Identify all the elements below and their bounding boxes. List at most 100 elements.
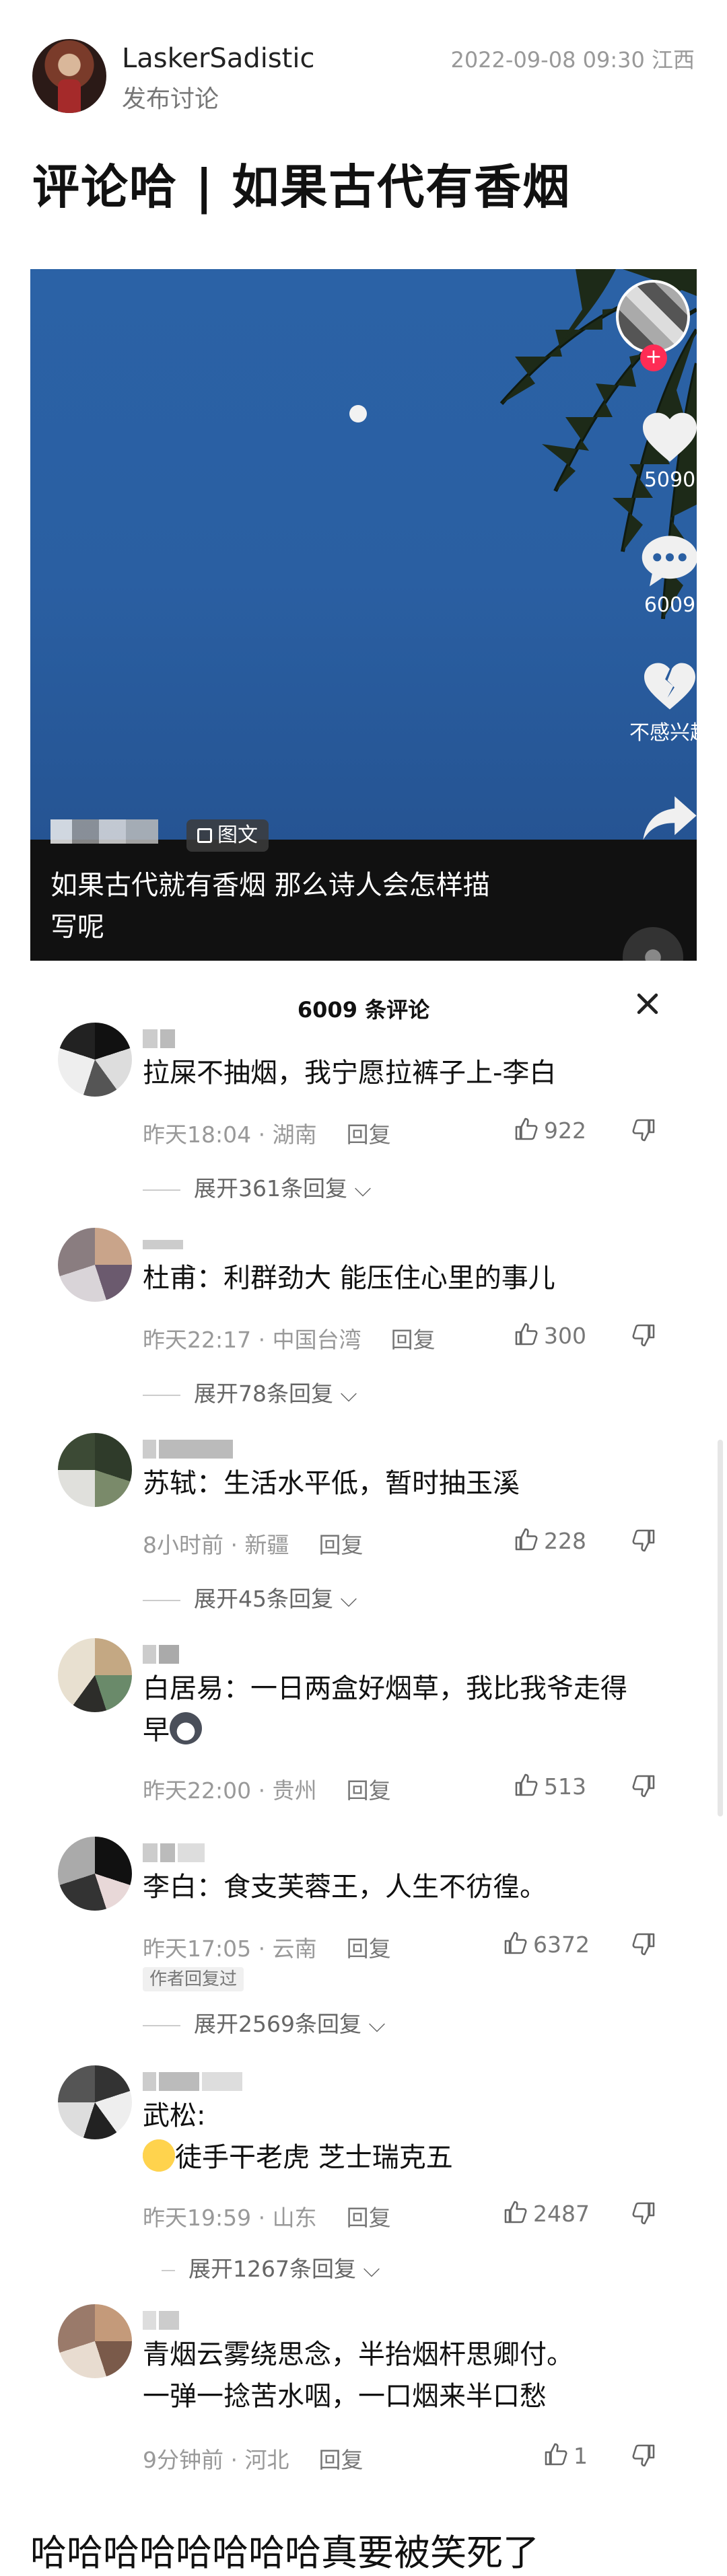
- chevron-down-icon: ⌵: [363, 2256, 380, 2282]
- comment-text: 李白：食支芙蓉王，人生不彷徨。: [143, 1872, 547, 1903]
- comment-like-count: 300: [544, 1323, 586, 1349]
- commenter-name-blurred[interactable]: [143, 1029, 178, 1051]
- grinning-sweat-emoji-icon: [143, 2139, 175, 2172]
- comment-like-count: 228: [544, 1528, 586, 1554]
- comment-like-count: 922: [544, 1117, 586, 1144]
- thumbs-up-icon: [504, 1931, 527, 1954]
- comment-text-line-2-text: 早: [143, 1715, 170, 1746]
- comment-text-line-2: 徒手干老虎 芝士瑞克五: [143, 2137, 681, 2178]
- comment-like-button[interactable]: 922: [514, 1117, 586, 1144]
- reply-button[interactable]: 回复: [391, 1327, 436, 1353]
- thumbs-up-icon: [504, 2201, 527, 2223]
- heart-icon: [643, 412, 697, 462]
- thumbs-down-icon[interactable]: [631, 1118, 656, 1142]
- comment-like-button[interactable]: 2487: [504, 2200, 590, 2227]
- reply-button[interactable]: 回复: [318, 2447, 363, 2473]
- video-screenshot[interactable]: + 5090 6009 不感兴趣 1912 图文 如果古代就有香烟 那么诗人会怎…: [30, 269, 697, 961]
- post-body-text: 哈哈哈哈哈哈哈哈真要被笑死了: [30, 2532, 539, 2574]
- commenter-name-blurred[interactable]: [143, 1440, 236, 1461]
- comment-meta: 昨天22:00 · 贵州 回复: [143, 1773, 391, 1805]
- tag-label: 图文: [217, 823, 258, 847]
- commenter-avatar[interactable]: [58, 1228, 132, 1302]
- expand-replies-button[interactable]: 展开361条回复 ⌵: [143, 1171, 372, 1203]
- comment-text-line-1: 白居易：一日两盒好烟草，我比我爷走得: [143, 1673, 627, 1704]
- expand-replies-button[interactable]: 展开45条回复 ⌵: [143, 1581, 357, 1613]
- commenter-avatar[interactable]: [58, 1023, 132, 1097]
- follow-plus-icon[interactable]: +: [640, 344, 667, 371]
- comment-time-location: 9分钟前 · 河北: [143, 2447, 289, 2473]
- comment-time-location: 昨天22:17 · 中国台湾: [143, 1327, 361, 1353]
- expand-replies-button[interactable]: 展开78条回复 ⌵: [143, 1376, 357, 1408]
- not-interested-button[interactable]: 不感兴趣: [615, 661, 697, 745]
- comment-like-count: 513: [544, 1773, 586, 1800]
- reply-button[interactable]: 回复: [347, 1936, 391, 1962]
- chevron-down-icon: ⌵: [340, 1381, 357, 1407]
- commenter-avatar[interactable]: [58, 2065, 132, 2139]
- comment-button[interactable]: 6009: [623, 533, 697, 617]
- husky-emoji-icon: [170, 1712, 202, 1744]
- thumbs-down-icon[interactable]: [631, 2443, 656, 2468]
- broken-heart-icon: [644, 663, 695, 710]
- comment-like-button[interactable]: 1: [544, 2442, 588, 2469]
- comment-meta: 昨天22:17 · 中国台湾 回复: [143, 1322, 436, 1354]
- divider-line: [143, 1394, 180, 1396]
- gallery-icon: [197, 828, 212, 843]
- commenter-name-blurred[interactable]: [143, 1235, 186, 1256]
- commenter-avatar[interactable]: [58, 1638, 132, 1712]
- comment-like-count: 6372: [533, 1931, 590, 1958]
- comments-panel-title: 6009 条评论: [297, 997, 430, 1023]
- reply-button[interactable]: 回复: [347, 2205, 391, 2231]
- post-action-label: 发布讨论: [122, 85, 219, 113]
- divider-line: [143, 1189, 180, 1191]
- expand-replies-label: 展开45条回复: [194, 1586, 333, 1612]
- commenter-avatar[interactable]: [58, 2304, 132, 2378]
- thumbs-down-icon[interactable]: [631, 1774, 656, 1798]
- commenter-avatar[interactable]: [58, 1433, 132, 1507]
- image-text-tag: 图文: [186, 819, 269, 852]
- comment-item: 杜甫：利群劲大 能压住心里的事儿 昨天22:17 · 中国台湾 回复 300 展开…: [0, 1228, 727, 1416]
- reply-button[interactable]: 回复: [347, 1121, 391, 1148]
- thumbs-up-icon: [515, 1528, 538, 1551]
- video-author-avatar[interactable]: [616, 280, 690, 354]
- commenter-name-blurred[interactable]: [143, 1645, 182, 1666]
- comment-meta: 昨天19:59 · 山东 回复: [143, 2200, 391, 2232]
- thumbs-down-icon[interactable]: [631, 1529, 656, 1553]
- expand-replies-label: 展开78条回复: [194, 1381, 333, 1407]
- expand-replies-button[interactable]: 展开1267条回复 ⌵: [162, 2251, 380, 2283]
- thumbs-down-icon[interactable]: [631, 2201, 656, 2225]
- comment-item: 武松: 徒手干老虎 芝士瑞克五 昨天19:59 · 山东 回复 2487 展开12…: [0, 2065, 727, 2287]
- expand-replies-button[interactable]: 展开2569条回复 ⌵: [143, 2006, 386, 2038]
- comment-like-button[interactable]: 513: [514, 1773, 586, 1800]
- comment-like-button[interactable]: 300: [514, 1322, 586, 1349]
- comment-like-count: 1: [574, 2443, 588, 2469]
- comment-like-button[interactable]: 6372: [504, 1931, 590, 1958]
- thumbs-up-icon: [545, 2443, 567, 2466]
- comment-like-button[interactable]: 228: [514, 1527, 586, 1554]
- moon: [349, 405, 367, 422]
- like-button[interactable]: 5090: [623, 410, 697, 492]
- commenter-name-blurred[interactable]: [143, 2311, 182, 2332]
- chevron-down-icon: ⌵: [368, 2011, 386, 2037]
- close-icon[interactable]: [633, 989, 662, 1019]
- comment-count: 6009: [644, 593, 696, 617]
- author-username[interactable]: LaskerSadistic: [122, 43, 314, 74]
- comment-meta: 昨天18:04 · 湖南 回复: [143, 1117, 391, 1149]
- thumbs-up-icon: [515, 1773, 538, 1796]
- reply-button[interactable]: 回复: [347, 1777, 391, 1804]
- commenter-name-blurred[interactable]: [143, 1843, 207, 1865]
- comment-text-line-1: 武松:: [143, 2100, 206, 2131]
- comment-text-line-2: 一弹一捻苦水咽，一口烟来半口愁: [143, 2381, 547, 2412]
- author-avatar[interactable]: [32, 39, 106, 113]
- author-replied-badge: 作者回复过: [143, 1967, 244, 1991]
- expand-replies-label: 展开2569条回复: [194, 2011, 361, 2037]
- chevron-down-icon: ⌵: [354, 1175, 372, 1202]
- thumbs-down-icon[interactable]: [631, 1323, 656, 1348]
- reply-button[interactable]: 回复: [318, 1532, 363, 1558]
- comment-text: 拉屎不抽烟，我宁愿拉裤子上-李白: [143, 1058, 557, 1089]
- commenter-avatar[interactable]: [58, 1837, 132, 1911]
- thumbs-down-icon[interactable]: [631, 1932, 656, 1956]
- comment-text: 青烟云雾绕思念，半抬烟杆思卿付。 一弹一捻苦水咽，一口烟来半口愁: [143, 2334, 681, 2417]
- comment-text-line-2-text: 徒手干老虎 芝士瑞克五: [175, 2142, 453, 2173]
- commenter-name-blurred[interactable]: [143, 2072, 245, 2094]
- expand-replies-label: 展开361条回复: [194, 1175, 347, 1202]
